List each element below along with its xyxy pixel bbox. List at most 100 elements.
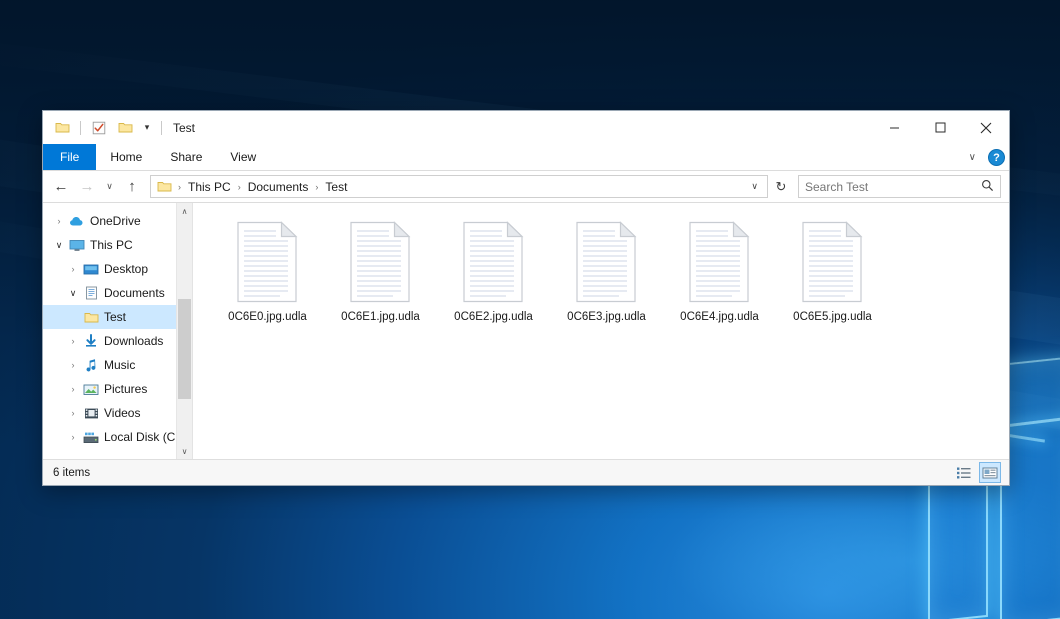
sidebar-item-downloads[interactable]: › Downloads (43, 329, 192, 353)
item-count-label: 6 items (53, 467, 90, 479)
large-icons-view-button[interactable] (979, 462, 1001, 483)
pictures-icon (81, 383, 101, 396)
close-button[interactable] (963, 111, 1009, 144)
forward-button: → (75, 175, 99, 199)
document-icon (462, 221, 526, 303)
document-icon (575, 221, 639, 303)
disk-icon (81, 431, 101, 444)
sidebar-item-desktop[interactable]: › Desktop (43, 257, 192, 281)
new-folder-icon[interactable] (114, 117, 136, 139)
chevron-right-icon[interactable]: › (65, 432, 81, 442)
breadcrumb-item-documents[interactable]: Documents (245, 180, 312, 194)
search-input[interactable]: Search Test (798, 175, 1001, 198)
minimize-button[interactable] (871, 111, 917, 144)
breadcrumb[interactable]: › This PC › Documents › Test ∨ (150, 175, 768, 198)
desktop-icon (81, 263, 101, 276)
file-name-label: 0C6E5.jpg.udla (793, 311, 872, 323)
chevron-right-icon[interactable]: › (65, 384, 81, 394)
file-name-label: 0C6E2.jpg.udla (454, 311, 533, 323)
search-placeholder: Search Test (805, 180, 981, 194)
sidebar-item-this-pc[interactable]: ∨ This PC (43, 233, 192, 257)
sidebar-item-label: Music (104, 358, 135, 372)
scroll-up-icon[interactable]: ∧ (177, 203, 192, 219)
document-icon (349, 221, 413, 303)
chevron-right-icon[interactable]: › (65, 408, 81, 418)
navigation-pane: › OneDrive ∨ (43, 203, 193, 459)
refresh-icon[interactable]: ↻ (770, 175, 792, 198)
breadcrumb-folder-icon[interactable] (155, 180, 174, 193)
document-icon (801, 221, 865, 303)
ribbon-right-controls: ∨ ? (963, 144, 1005, 171)
file-name-label: 0C6E0.jpg.udla (228, 311, 307, 323)
navigation-pane-scrollbar[interactable]: ∧ ∨ (176, 203, 192, 459)
tab-home[interactable]: Home (96, 144, 156, 170)
search-icon[interactable] (981, 179, 994, 195)
ribbon-tabs: File Home Share View ∨ ? (43, 144, 1009, 171)
breadcrumb-separator-2[interactable]: › (314, 182, 319, 192)
file-explorer-window: ▾ Test File Home Share View (42, 110, 1010, 486)
up-button[interactable]: ↑ (120, 175, 144, 199)
file-item[interactable]: 0C6E4.jpg.udla (663, 217, 776, 323)
sidebar-item-music[interactable]: › Music (43, 353, 192, 377)
file-item[interactable]: 0C6E2.jpg.udla (437, 217, 550, 323)
tab-share[interactable]: Share (156, 144, 216, 170)
file-item[interactable]: 0C6E1.jpg.udla (324, 217, 437, 323)
recent-locations-icon[interactable]: ∨ (101, 175, 118, 199)
window-controls (871, 111, 1009, 144)
file-item[interactable]: 0C6E5.jpg.udla (776, 217, 889, 323)
sidebar-item-documents[interactable]: ∨ Doc (43, 281, 192, 305)
document-icon (236, 221, 300, 303)
scroll-down-icon[interactable]: ∨ (177, 443, 192, 459)
sidebar-item-local-disk-c[interactable]: › Local Disk (C:) (43, 425, 192, 449)
breadcrumb-separator-0[interactable]: › (177, 182, 182, 192)
quick-access-toolbar: ▾ (51, 117, 165, 139)
chevron-right-icon[interactable]: › (51, 216, 67, 226)
scrollbar-thumb[interactable] (178, 299, 191, 399)
breadcrumb-separator-1[interactable]: › (237, 182, 242, 192)
toolbar-separator-2 (161, 121, 162, 135)
folder-tree: › OneDrive ∨ (43, 203, 192, 449)
maximize-button[interactable] (917, 111, 963, 144)
sidebar-item-onedrive[interactable]: › OneDrive (43, 209, 192, 233)
sidebar-item-label: Local Disk (C:) (104, 430, 183, 444)
file-item[interactable]: 0C6E0.jpg.udla (211, 217, 324, 323)
window-title: Test (173, 121, 195, 135)
folder-icon[interactable] (51, 117, 73, 139)
chevron-right-icon[interactable]: › (65, 336, 81, 346)
sidebar-item-label: Pictures (104, 382, 147, 396)
cloud-icon (67, 215, 87, 227)
breadcrumb-item-test[interactable]: Test (322, 180, 350, 194)
status-bar: 6 items (43, 459, 1009, 485)
folder-icon (81, 311, 101, 324)
file-item[interactable]: 0C6E3.jpg.udla (550, 217, 663, 323)
chevron-down-icon[interactable]: ∨ (51, 240, 67, 251)
documents-icon (81, 286, 101, 300)
customize-quick-access-icon[interactable]: ▾ (140, 122, 154, 133)
details-view-button[interactable] (953, 462, 975, 483)
properties-icon[interactable] (88, 117, 110, 139)
file-list-view[interactable]: 0C6E0.jpg.udla (193, 203, 1009, 459)
view-toggle-buttons (953, 462, 1001, 483)
sidebar-item-test[interactable]: Test (43, 305, 192, 329)
title-bar: ▾ Test (43, 111, 1009, 144)
address-dropdown-icon[interactable]: ∨ (746, 181, 763, 192)
address-bar: ← → ∨ ↑ › This PC › Documents › Test ∨ ↻ (43, 171, 1009, 202)
downloads-icon (81, 334, 101, 348)
document-icon (688, 221, 752, 303)
sidebar-item-label: Desktop (104, 262, 148, 276)
sidebar-item-videos[interactable]: › Videos (43, 401, 192, 425)
chevron-down-icon[interactable]: ∨ (65, 288, 81, 299)
chevron-down-icon[interactable]: ∨ (963, 152, 982, 163)
sidebar-item-pictures[interactable]: › Pictures (43, 377, 192, 401)
sidebar-item-label: OneDrive (90, 214, 141, 228)
tab-view[interactable]: View (216, 144, 270, 170)
chevron-right-icon[interactable]: › (65, 360, 81, 370)
help-icon[interactable]: ? (988, 149, 1005, 166)
chevron-right-icon[interactable]: › (65, 264, 81, 274)
back-button[interactable]: ← (49, 175, 73, 199)
tab-file[interactable]: File (43, 144, 96, 170)
breadcrumb-item-this-pc[interactable]: This PC (185, 180, 234, 194)
file-name-label: 0C6E3.jpg.udla (567, 311, 646, 323)
sidebar-item-label: Test (104, 310, 126, 324)
music-icon (81, 358, 101, 372)
